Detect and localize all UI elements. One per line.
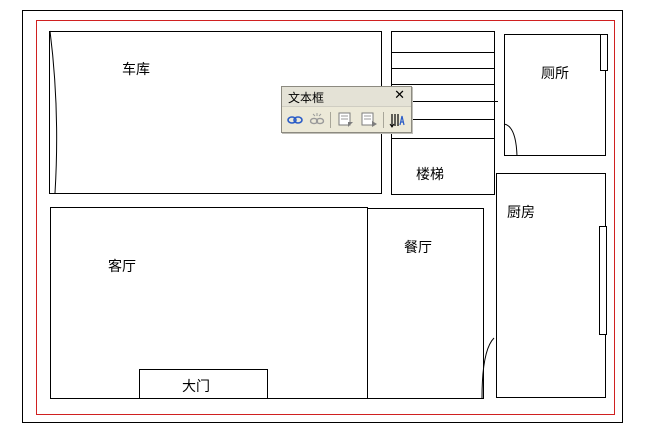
next-textbox-icon: [361, 112, 377, 127]
textbox-toolbar[interactable]: 文本框 ✕: [281, 86, 412, 133]
link-icon: [287, 116, 303, 124]
kitchen-door-arc: [481, 337, 495, 399]
close-icon[interactable]: ✕: [394, 88, 405, 104]
toolbar-separator: [383, 112, 384, 128]
next-textbox-button[interactable]: [359, 111, 379, 129]
garage-door-arc: [49, 30, 58, 194]
toolbar-title: 文本框: [288, 91, 325, 105]
toolbar-title-bar[interactable]: 文本框 ✕: [282, 87, 411, 107]
text-direction-button[interactable]: [388, 111, 408, 129]
toolbar-separator: [330, 112, 331, 128]
break-link-icon: [309, 113, 325, 125]
create-link-button[interactable]: [285, 111, 305, 129]
previous-textbox-button[interactable]: [336, 111, 356, 129]
door-arcs: [49, 30, 518, 399]
text-direction-icon: [389, 114, 405, 128]
previous-textbox-icon: [338, 112, 353, 127]
toilet-door-arc: [503, 123, 518, 157]
break-link-button[interactable]: [307, 111, 327, 129]
